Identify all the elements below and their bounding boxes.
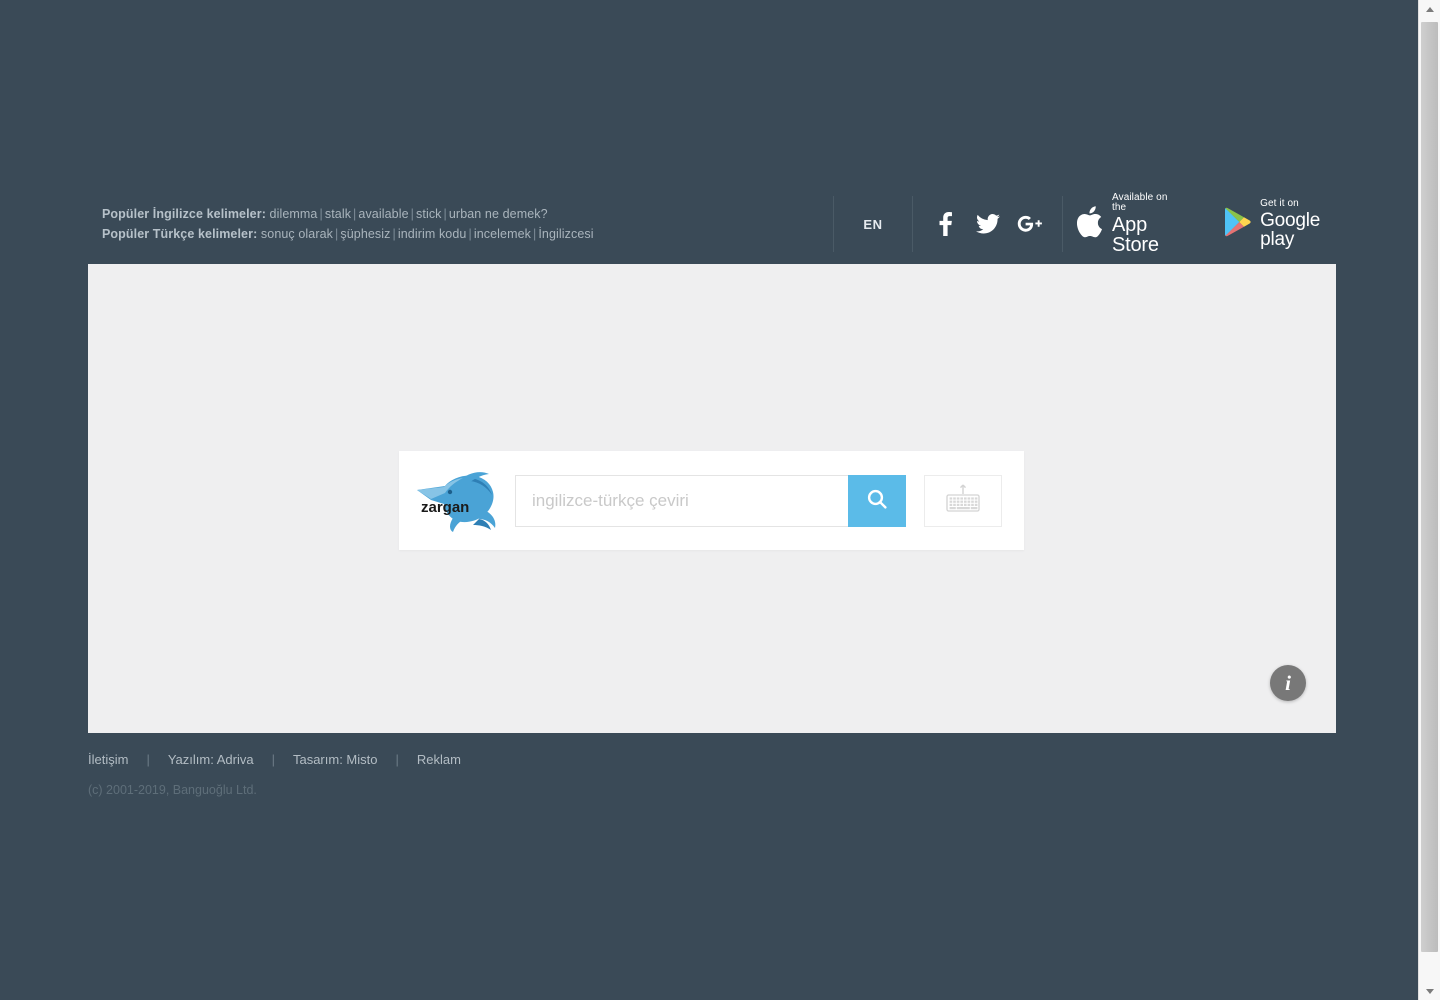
search-card: zargan	[399, 451, 1024, 550]
word-separator: |	[443, 207, 447, 221]
footer-link-reklam[interactable]: Reklam	[417, 752, 461, 767]
googleplay-word-play: play	[1260, 229, 1295, 250]
popular-word-stick[interactable]: stick	[416, 207, 442, 221]
popular-word-available[interactable]: available	[358, 207, 408, 221]
site-header: Popüler İngilizce kelimeler: dilemma | sta…	[88, 192, 1336, 256]
popular-turkish-label: Popüler Türkçe kelimeler:	[102, 227, 258, 241]
googleplay-badge-text: Get it on Google play	[1260, 198, 1336, 250]
keyboard-icon	[943, 483, 983, 518]
word-separator: |	[468, 227, 472, 241]
appstore-badge[interactable]: Available on the App Store	[1076, 192, 1178, 256]
googleplay-badge-top: Get it on	[1260, 198, 1299, 209]
footer-separator: |	[395, 751, 399, 767]
scrollbar-thumb[interactable]	[1421, 22, 1438, 952]
popular-word-indirim-kodu[interactable]: indirim kodu	[398, 227, 467, 241]
search-button[interactable]	[848, 474, 906, 527]
info-icon: i	[1285, 670, 1291, 695]
popular-turkish-line: Popüler Türkçe kelimeler: sonuç olarak | ş…	[102, 224, 833, 244]
footer-separator: |	[271, 751, 275, 767]
language-label: EN	[863, 216, 883, 232]
appstore-badge-bottom: App Store	[1112, 214, 1159, 256]
site-footer: İletişim | Yazılım: Adriva | Tasarım: Mi…	[88, 745, 1336, 798]
info-button[interactable]: i	[1270, 665, 1306, 701]
app-store-badges: Available on the App Store Get it on Goo…	[1063, 192, 1336, 256]
scroll-up-arrow-icon[interactable]	[1419, 0, 1440, 18]
search-icon	[866, 488, 888, 513]
popular-english-line: Popüler İngilizce kelimeler: dilemma | sta…	[102, 204, 833, 224]
virtual-keyboard-button[interactable]	[924, 474, 1002, 527]
scroll-down-arrow-icon[interactable]	[1419, 982, 1440, 1000]
zargan-wordmark: zargan	[421, 499, 469, 516]
google-play-triangle-icon	[1224, 207, 1251, 242]
footer-links: İletişim | Yazılım: Adriva | Tasarım: Mi…	[88, 745, 1336, 773]
twitter-icon[interactable]	[975, 210, 1001, 238]
footer-link-tasarim[interactable]: Tasarım: Misto	[293, 752, 378, 767]
appstore-badge-top: Available on the	[1112, 192, 1168, 213]
page-viewport: Popüler İngilizce kelimeler: dilemma | sta…	[0, 0, 1418, 1000]
googleplus-icon[interactable]	[1017, 210, 1043, 238]
language-selector[interactable]: EN	[833, 196, 913, 252]
googleplay-badge[interactable]: Get it on Google play	[1224, 199, 1336, 249]
search-input[interactable]	[515, 474, 848, 527]
social-links	[913, 196, 1063, 252]
popular-word-incelemek[interactable]: incelemek	[474, 227, 531, 241]
popular-word-suphesiz[interactable]: şüphesiz	[340, 227, 390, 241]
popular-word-sonuc-olarak[interactable]: sonuç olarak	[261, 227, 333, 241]
popular-english-label: Popüler İngilizce kelimeler:	[102, 207, 266, 221]
popular-word-stalk[interactable]: stalk	[325, 207, 351, 221]
apple-logo-icon	[1076, 205, 1103, 243]
word-separator: |	[392, 227, 396, 241]
googleplay-word-google: Google	[1260, 210, 1321, 231]
footer-link-iletisim[interactable]: İletişim	[88, 752, 128, 767]
googleplay-badge-bottom: Google play	[1260, 211, 1336, 249]
popular-words: Popüler İngilizce kelimeler: dilemma | sta…	[88, 204, 833, 244]
appstore-badge-text: Available on the App Store	[1112, 192, 1178, 256]
vertical-scrollbar[interactable]	[1418, 0, 1440, 1000]
zargan-logo[interactable]: zargan	[399, 451, 515, 550]
word-separator: |	[410, 207, 415, 221]
footer-link-yazilim[interactable]: Yazılım: Adriva	[168, 752, 254, 767]
facebook-icon[interactable]	[933, 210, 959, 238]
popular-word-urban[interactable]: urban ne demek?	[449, 207, 548, 221]
word-separator: |	[319, 207, 323, 221]
popular-word-dilemma[interactable]: dilemma	[270, 207, 318, 221]
popular-word-ingilizcesi[interactable]: İngilizcesi	[538, 227, 593, 241]
copyright-text: (c) 2001-2019, Banguoğlu Ltd.	[88, 783, 257, 797]
footer-separator: |	[146, 751, 150, 767]
